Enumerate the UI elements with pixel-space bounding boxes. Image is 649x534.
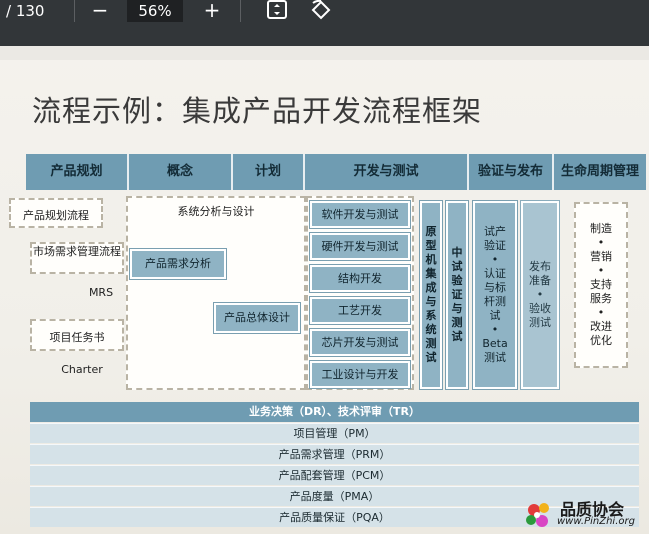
- product-req-analysis-box: 产品需求分析: [129, 248, 227, 280]
- product-planning-process-label: 产品规划流程: [23, 209, 89, 222]
- slide-page: 流程示例：集成产品开发流程框架 产品规划 概念 计划 开发与测试 验证与发布 生…: [0, 46, 649, 534]
- pdf-toolbar: / 130 − 56% +: [0, 0, 649, 46]
- prototype-integration-box: 原型机集成与系统测试: [419, 200, 443, 390]
- header-product-planning: 产品规划: [26, 154, 129, 190]
- market-req-label: 市场需求管理流程: [33, 245, 121, 258]
- band-project-management: 项目管理（PM）: [30, 423, 639, 443]
- slide-top-strip: [0, 46, 649, 60]
- toolbar-divider: [74, 0, 75, 22]
- fit-page-icon[interactable]: [264, 0, 290, 22]
- release-prep-box: 发布 准备 • 验收 测试: [520, 200, 560, 390]
- header-verify-release: 验证与发布: [469, 154, 554, 190]
- page-indicator: / 130: [6, 2, 45, 20]
- header-lifecycle: 生命周期管理: [554, 154, 646, 190]
- project-charter-label: 项目任务书: [49, 331, 105, 344]
- zoom-out-button[interactable]: −: [88, 0, 112, 22]
- rotate-icon[interactable]: [308, 0, 334, 22]
- trial-verification-box: 试产 验证 • 认证 与标 杆测试 • Beta 测试: [472, 200, 518, 390]
- band-decision-review: 业务决策（DR）、技术评审（TR）: [30, 402, 639, 422]
- slide-title: 流程示例：集成产品开发流程框架: [32, 94, 483, 128]
- software-dev-box: 软件开发与测试: [309, 200, 411, 229]
- hardware-dev-box: 硬件开发与测试: [309, 232, 411, 261]
- market-req-box: 市场需求管理流程: [30, 242, 124, 274]
- band-requirement-management: 产品需求管理（PRM）: [30, 444, 639, 464]
- chip-dev-box: 芯片开发与测试: [309, 328, 411, 357]
- industrial-design-box: 工业设计与开发: [309, 360, 411, 389]
- pilot-verification-box: 中试验证与测试: [445, 200, 469, 390]
- project-charter-box: 项目任务书: [30, 319, 124, 351]
- header-concept: 概念: [129, 154, 233, 190]
- zoom-in-button[interactable]: +: [200, 0, 224, 22]
- structure-dev-box: 结构开发: [309, 264, 411, 293]
- lifecycle-box: 制造 • 营销 • 支持 服务 • 改进 优化: [574, 202, 628, 368]
- header-dev-test: 开发与测试: [305, 154, 469, 190]
- system-design-area: 系统分析与设计: [126, 196, 306, 390]
- system-design-label: 系统分析与设计: [177, 205, 255, 218]
- zoom-level-field[interactable]: 56%: [127, 0, 183, 22]
- product-planning-process-box: 产品规划流程: [9, 198, 103, 228]
- mrs-label: MRS: [88, 286, 114, 299]
- band-configuration-management: 产品配套管理（PCM）: [30, 465, 639, 485]
- toolbar-divider: [240, 0, 241, 22]
- product-overall-design-box: 产品总体设计: [213, 302, 301, 334]
- header-plan: 计划: [233, 154, 305, 190]
- process-dev-box: 工艺开发: [309, 296, 411, 325]
- charter-label: Charter: [61, 363, 103, 376]
- watermark-url: www.PinZhi.org: [557, 516, 635, 527]
